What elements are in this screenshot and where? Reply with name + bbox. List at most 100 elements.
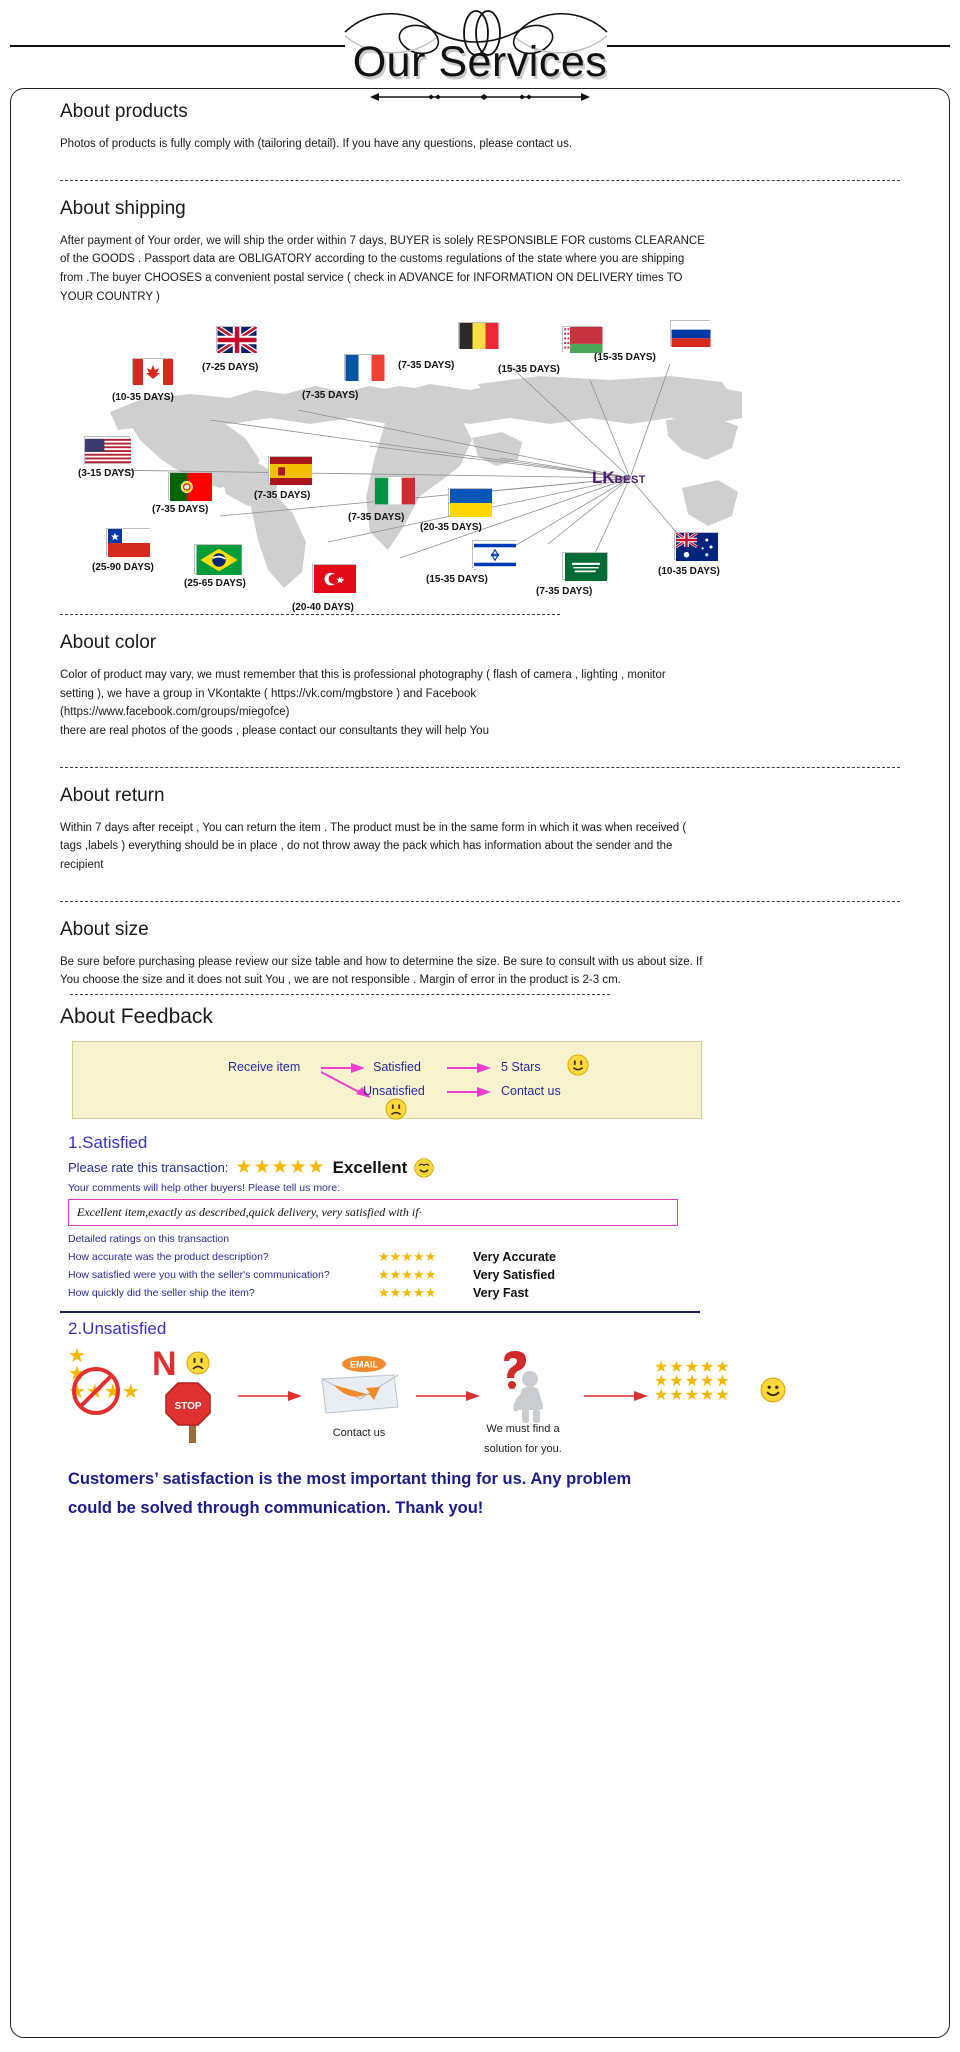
- prohibition-icon: [72, 1366, 120, 1415]
- days-france: (7-35 DAYS): [302, 390, 359, 402]
- days-italy: (7-35 DAYS): [348, 512, 405, 524]
- brand-logo: LKBEST: [592, 468, 646, 488]
- flag-australia: [674, 532, 718, 562]
- rating-stars-cell[interactable]: ★★★★★: [378, 1266, 473, 1284]
- smiley-face-icon: [567, 1054, 589, 1076]
- rate-prompt-label: Please rate this transaction:: [68, 1160, 229, 1176]
- stop-sign-icon: STOP: [165, 1382, 211, 1443]
- table-row: How accurate was the product description…: [68, 1248, 688, 1266]
- days-united-states: (3-15 DAYS): [78, 468, 135, 480]
- satisfied-rating-row: Please rate this transaction: ★★★★★ Exce…: [68, 1158, 900, 1178]
- contact-us-caption: Contact us: [332, 1426, 386, 1439]
- flow-arrow-unsatisfied-to-contact: [447, 1086, 491, 1097]
- question-person-icon: [504, 1350, 544, 1423]
- flow-contact-us-label: Contact us: [501, 1083, 561, 1098]
- rating-verdict-cell: Very Satisfied: [473, 1267, 555, 1282]
- days-saudi-arabia: (7-35 DAYS): [536, 586, 593, 598]
- svg-text:STOP: STOP: [174, 1401, 201, 1412]
- days-russia: (15-35 DAYS): [594, 352, 656, 364]
- section-about-feedback: About Feedback: [60, 995, 900, 1029]
- brand-name-main: LK: [592, 468, 615, 488]
- days-australia: (10-35 DAYS): [658, 566, 720, 578]
- days-united-kingdom: (7-25 DAYS): [202, 362, 259, 374]
- rating-question: How quickly did the seller ship the item…: [68, 1286, 255, 1299]
- svg-text:EMAIL: EMAIL: [350, 1359, 379, 1369]
- about-shipping-heading: About shipping: [60, 197, 186, 219]
- about-feedback-heading: About Feedback: [60, 1004, 213, 1028]
- shipping-map: (10-35 DAYS) (7-25 DAYS) (7-35 DAYS) (7-…: [70, 320, 770, 613]
- flow-arrow-satisfied-to-stars: [447, 1062, 491, 1073]
- flag-portugal: [168, 472, 212, 502]
- section-about-shipping: About shipping After payment of Your ord…: [60, 181, 900, 307]
- feedback-comment-field[interactable]: Excellent item,exactly as described,quic…: [68, 1198, 678, 1226]
- solution-caption-line2: solution for you.: [484, 1442, 562, 1455]
- days-chile: (25-90 DAYS): [92, 562, 154, 574]
- about-shipping-body: After payment of Your order, we will shi…: [60, 234, 705, 303]
- rating-verdict-cell: Very Accurate: [473, 1249, 556, 1264]
- flag-canada: [132, 358, 173, 386]
- unsat-arrow-3: [584, 1390, 648, 1401]
- page-title-block: Our Services: [0, 38, 960, 108]
- unsatisfied-flow-diagram: ★ ★ ★★★★ N STOP EMAIL Contact us We must…: [68, 1343, 786, 1455]
- no-label: N: [152, 1344, 177, 1383]
- flag-belgium: [458, 322, 499, 350]
- days-portugal: (7-35 DAYS): [152, 504, 209, 516]
- title-divider-ornament: [370, 93, 590, 101]
- rating-stars-cell[interactable]: ★★★★★: [378, 1284, 473, 1302]
- flow-five-stars-label: 5 Stars: [501, 1059, 541, 1074]
- about-color-body: Color of product may vary, we must remem…: [60, 669, 666, 737]
- flow-receive-item-label: Receive item: [228, 1059, 301, 1074]
- flag-brazil: [194, 544, 242, 576]
- closing-line-2: could be solved through communication. T…: [68, 1498, 484, 1517]
- detailed-ratings-table: How accurate was the product description…: [68, 1248, 688, 1302]
- feedback-flow-diagram: Receive item Satisfied 5 Stars Unsatisfi…: [72, 1040, 702, 1120]
- flag-united-kingdom: [216, 326, 257, 354]
- rating-question: How accurate was the product description…: [68, 1250, 269, 1263]
- days-brazil: (25-65 DAYS): [184, 578, 246, 590]
- unsat-arrow-2: [416, 1390, 480, 1401]
- flag-italy: [374, 476, 415, 505]
- unsat-arrow-1: [238, 1390, 302, 1401]
- about-products-body: Photos of products is fully comply with …: [60, 138, 573, 150]
- about-color-heading: About color: [60, 632, 157, 654]
- table-row: How quickly did the seller ship the item…: [68, 1284, 688, 1302]
- unsatisfied-stars-block: ★★★★★ ★★★★★ ★★★★★: [654, 1358, 731, 1404]
- solution-caption-line1: We must find a: [486, 1422, 560, 1435]
- flag-ukraine: [448, 488, 492, 518]
- email-envelope-icon: EMAIL: [321, 1355, 399, 1414]
- flag-saudi-arabia: [562, 552, 608, 582]
- about-return-body: Within 7 days after receipt , You can re…: [60, 821, 687, 871]
- about-size-heading: About size: [60, 918, 149, 940]
- happy-face-icon: [414, 1158, 434, 1178]
- comment-prompt: Your comments will help other buyers! Pl…: [68, 1181, 341, 1194]
- detailed-ratings-heading: Detailed ratings on this transaction: [68, 1232, 230, 1245]
- brand-name-sub: BEST: [614, 474, 647, 487]
- final-smiley-icon: [760, 1377, 786, 1403]
- flag-spain: [268, 456, 312, 486]
- closing-line-1: Customers’ satisfaction is the most impo…: [68, 1469, 632, 1488]
- sad-face-icon: [385, 1098, 407, 1120]
- closing-message: Customers’ satisfaction is the most impo…: [68, 1465, 728, 1523]
- flag-israel: [472, 540, 516, 570]
- page-title: Our Services: [352, 38, 608, 86]
- divider-unsatisfied: [60, 1310, 700, 1313]
- days-ukraine: (20-35 DAYS): [420, 522, 482, 534]
- rating-stars[interactable]: ★★★★★: [235, 1158, 325, 1177]
- about-return-heading: About return: [60, 784, 165, 806]
- section-about-size: About size Be sure before purchasing ple…: [60, 902, 900, 990]
- rating-verdict: Excellent: [332, 1157, 408, 1177]
- flag-turkey: [312, 564, 356, 594]
- unsatisfied-section-title: 2.Unsatisfied: [68, 1318, 167, 1338]
- days-canada: (10-35 DAYS): [112, 392, 174, 404]
- section-about-return: About return Within 7 days after receipt…: [60, 768, 900, 875]
- days-belarus: (15-35 DAYS): [498, 364, 560, 376]
- about-size-body: Be sure before purchasing please review …: [60, 955, 703, 987]
- rating-stars-cell[interactable]: ★★★★★: [378, 1248, 473, 1266]
- flag-france: [344, 354, 385, 382]
- flow-unsatisfied-label: Unsatisfied: [363, 1083, 425, 1098]
- flag-united-states: [84, 436, 131, 465]
- flag-chile: [106, 528, 150, 558]
- table-row: How satisfied were you with the seller's…: [68, 1266, 688, 1284]
- flag-belarus: [562, 326, 603, 354]
- days-spain: (7-35 DAYS): [254, 490, 311, 502]
